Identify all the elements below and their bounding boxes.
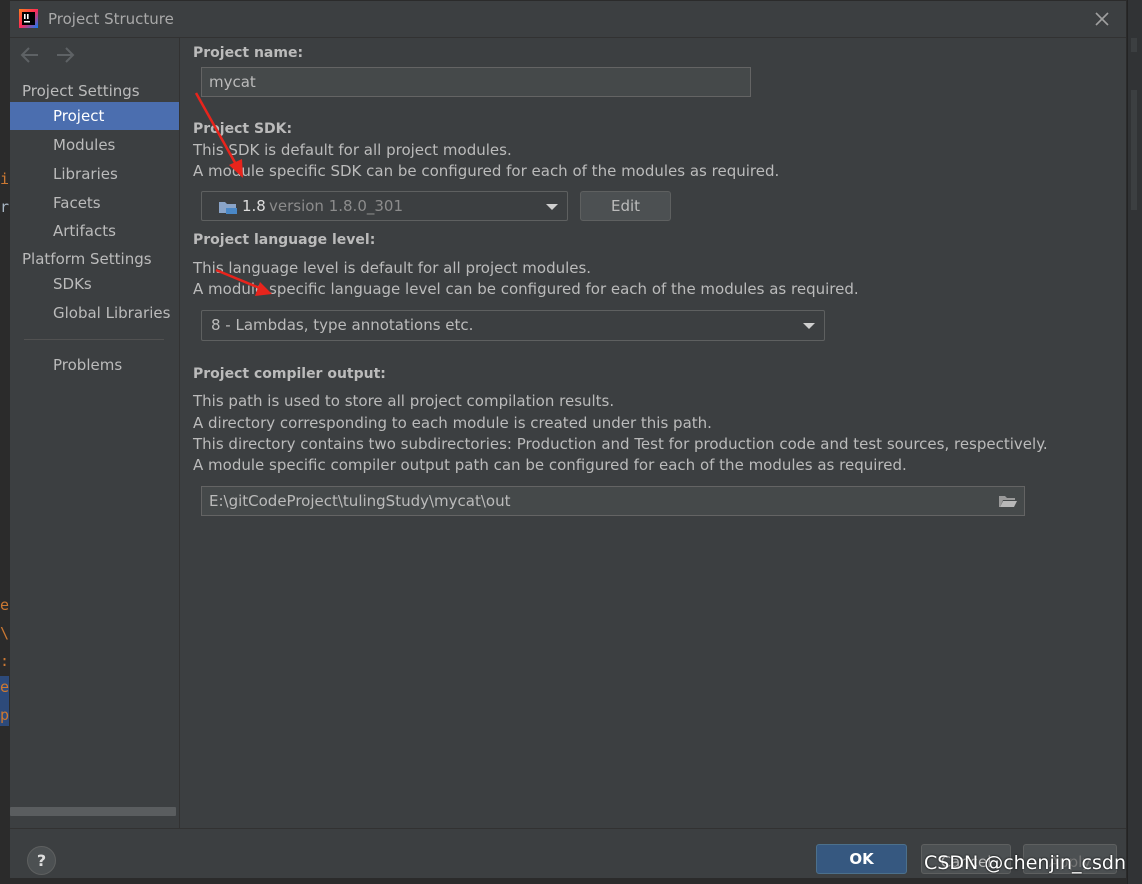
compiler-output-description-line2: A directory corresponding to each module… xyxy=(193,414,712,432)
section-project-settings: Project Settings xyxy=(22,82,140,100)
language-level-value: 8 - Lambdas, type annotations etc. xyxy=(211,316,474,334)
sdk-description-line2: A module specific SDK can be configured … xyxy=(193,162,780,180)
bg-code-fragment: i xyxy=(0,170,9,188)
project-sdk-label: Project SDK: xyxy=(193,121,293,137)
bg-code-fragment: e xyxy=(0,596,9,614)
sdk-edit-button[interactable]: Edit xyxy=(580,191,671,221)
sidebar-scrollbar[interactable] xyxy=(10,807,176,816)
sidebar-item-artifacts[interactable]: Artifacts xyxy=(10,217,179,245)
sidebar-item-modules[interactable]: Modules xyxy=(10,131,179,159)
help-button[interactable]: ? xyxy=(27,846,56,875)
bg-marker xyxy=(1131,90,1137,210)
chevron-down-icon xyxy=(803,323,815,329)
sdk-dropdown[interactable]: 1.8 version 1.8.0_301 xyxy=(201,191,568,221)
bg-code-fragment: : xyxy=(0,652,9,670)
title-bar: Project Structure xyxy=(10,1,1126,38)
sidebar: Project Settings Project Modules Librari… xyxy=(10,38,180,830)
sidebar-item-libraries[interactable]: Libraries xyxy=(10,160,179,188)
compiler-output-path-input[interactable]: E:\gitCodeProject\tulingStudy\mycat\out xyxy=(201,486,1025,516)
section-platform-settings: Platform Settings xyxy=(22,250,152,268)
watermark-text: CSDN @chenjin_csdn xyxy=(924,852,1126,874)
sdk-description-line1: This SDK is default for all project modu… xyxy=(193,141,512,159)
chevron-down-icon xyxy=(546,204,558,210)
project-structure-dialog: Project Structure Project Settings Proje… xyxy=(9,0,1127,879)
project-settings-panel: Project name: mycat Project SDK: This SD… xyxy=(180,38,1126,830)
close-icon[interactable] xyxy=(1090,7,1114,31)
compiler-output-path-value: E:\gitCodeProject\tulingStudy\mycat\out xyxy=(209,492,511,510)
project-name-input[interactable]: mycat xyxy=(201,67,751,97)
language-level-description-line2: A module specific language level can be … xyxy=(193,280,859,298)
back-arrow-icon[interactable] xyxy=(18,44,42,66)
sdk-name: 1.8 xyxy=(242,197,266,215)
project-name-label: Project name: xyxy=(193,45,304,61)
sidebar-item-global-libraries[interactable]: Global Libraries xyxy=(10,299,179,327)
bg-code-fragment: e xyxy=(0,678,9,696)
browse-folder-icon[interactable] xyxy=(998,493,1018,509)
bg-code-fragment: r xyxy=(0,198,9,216)
language-level-dropdown[interactable]: 8 - Lambdas, type annotations etc. xyxy=(201,310,825,341)
compiler-output-label: Project compiler output: xyxy=(193,366,386,382)
language-level-label: Project language level: xyxy=(193,232,376,248)
bg-marker xyxy=(1131,38,1137,52)
sidebar-divider xyxy=(24,339,164,340)
sidebar-item-project[interactable]: Project xyxy=(10,102,179,130)
background-editor-strip: i r e \ : e p xyxy=(0,0,9,884)
compiler-output-description-line4: A module specific compiler output path c… xyxy=(193,456,907,474)
ok-button[interactable]: OK xyxy=(816,844,907,874)
sidebar-item-facets[interactable]: Facets xyxy=(10,189,179,217)
sidebar-item-problems[interactable]: Problems xyxy=(10,351,179,379)
window-title: Project Structure xyxy=(48,10,174,28)
compiler-output-description-line3: This directory contains two subdirectori… xyxy=(193,435,1048,453)
bg-code-fragment: \ xyxy=(0,624,9,642)
sdk-folder-icon xyxy=(219,202,237,214)
bg-code-fragment: p xyxy=(0,706,9,724)
nav-arrows xyxy=(18,44,83,66)
background-scroll-strip xyxy=(1127,0,1142,884)
forward-arrow-icon[interactable] xyxy=(53,44,77,66)
sdk-version: version 1.8.0_301 xyxy=(269,197,404,215)
intellij-app-icon xyxy=(19,9,38,28)
sidebar-item-sdks[interactable]: SDKs xyxy=(10,270,179,298)
compiler-output-description-line1: This path is used to store all project c… xyxy=(193,392,615,410)
language-level-description-line1: This language level is default for all p… xyxy=(193,259,592,277)
